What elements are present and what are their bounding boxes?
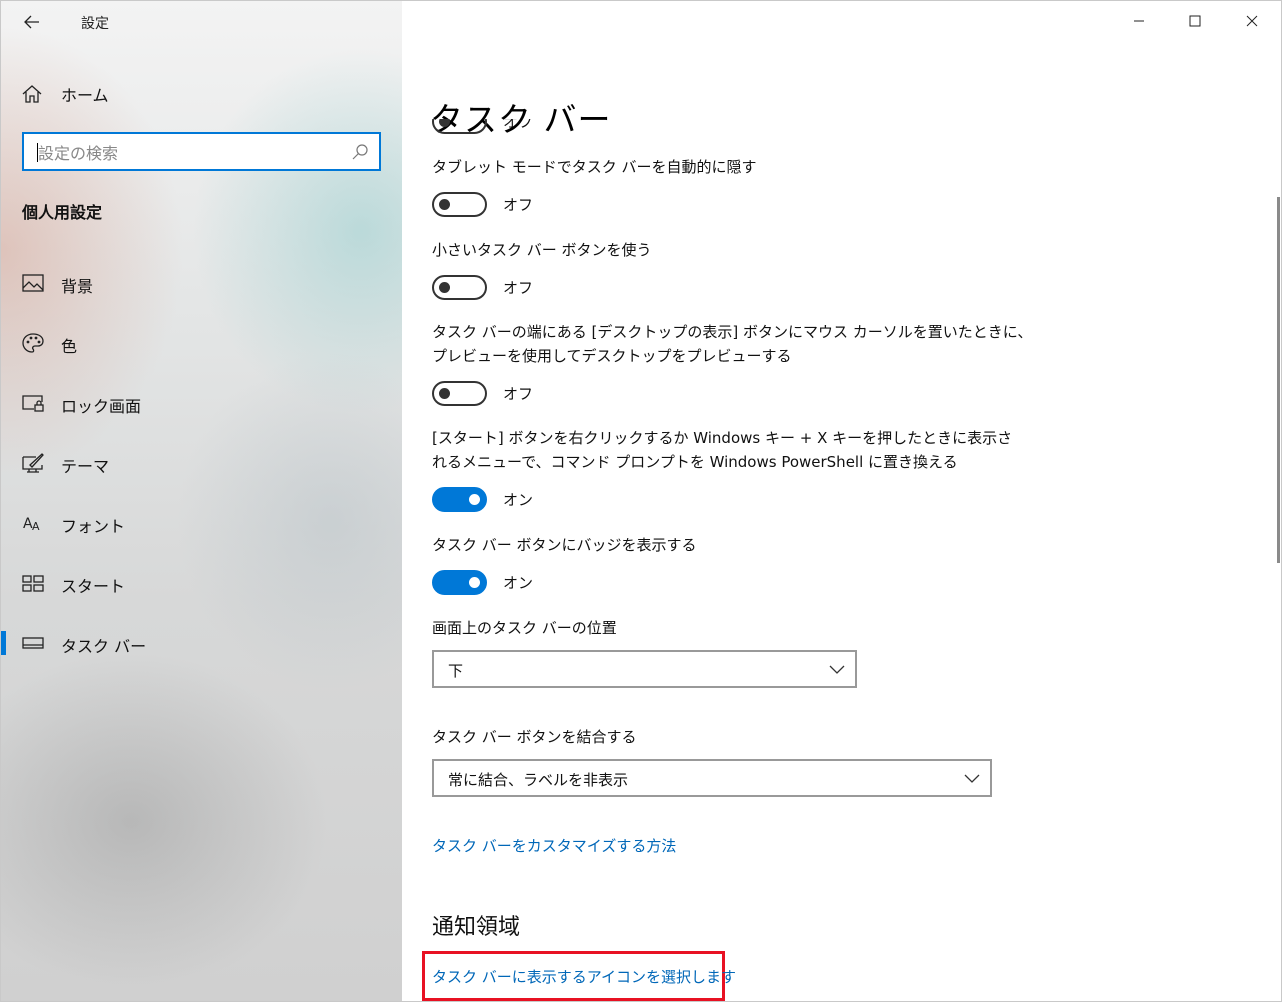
toggle-knob [439,387,450,399]
sidebar-item-start[interactable]: スタート [1,563,402,603]
sidebar-item-font[interactable]: AA フォント [1,503,402,543]
sidebar-item-label: フォント [61,517,126,536]
toggle-switch[interactable] [432,119,487,134]
theme-icon [22,453,44,473]
svg-text:A: A [32,520,40,533]
sidebar-item-label: 背景 [61,277,94,296]
minimize-icon [1134,20,1144,22]
minimize-button[interactable] [1116,1,1162,41]
back-arrow-icon [24,15,39,29]
toggle-state: オン [503,573,534,592]
active-indicator [1,631,6,655]
lock-screen-icon [22,393,44,413]
sidebar-item-label: タスク バー [61,637,147,656]
home-icon [22,85,42,103]
picture-icon [22,273,44,293]
toggle-state: オフ [503,195,534,214]
toggle-state: オフ [503,278,534,297]
content-pane: タスク バー オフ タブレット モードでタスク バーを自動的に隠す オフ 小さい… [402,1,1281,1001]
palette-icon [22,333,44,353]
toggle-state: オフ [503,119,534,131]
select-taskbar-icons-link[interactable]: タスク バーに表示するアイコンを選択します [432,966,736,987]
toggle-state: オン [503,490,534,509]
small-buttons-toggle-row[interactable]: オフ [432,274,533,300]
tablet-autohide-toggle-row[interactable]: オフ [432,191,533,217]
toggle-knob [439,281,450,293]
text-caret [37,143,38,162]
maximize-button[interactable] [1172,1,1218,41]
taskbar-icon [22,633,44,653]
settings-window: 設定 ホーム 個人用設定 背景 色 ロック画面 [0,0,1282,1002]
combine-label: タスク バー ボタンを結合する [432,728,637,746]
setting-label-peek-line1: タスク バーの端にある [デスクトップの表示] ボタンにマウス カーソルを置いた… [432,323,1033,341]
position-label: 画面上のタスク バーの位置 [432,619,617,637]
setting-label-powershell-line2: れるメニューで、コマンド プロンプトを Windows PowerShell に… [432,453,958,471]
sidebar-item-theme[interactable]: テーマ [1,443,402,483]
sidebar-item-background[interactable]: 背景 [1,263,402,303]
setting-label-badges: タスク バー ボタンにバッジを表示する [432,536,697,554]
combine-dropdown[interactable]: 常に結合、ラベルを非表示 [432,759,992,797]
section-title: 個人用設定 [22,203,103,222]
chevron-down-icon [829,665,845,674]
start-icon [22,573,44,593]
powershell-toggle-row[interactable]: オン [432,486,533,512]
sidebar: 設定 ホーム 個人用設定 背景 色 ロック画面 [1,1,402,1001]
scrollbar-thumb[interactable] [1277,197,1280,563]
notification-area-heading: 通知領域 [432,915,521,940]
setting-label-peek-line2: プレビューを使用してデスクトップをプレビューする [432,347,792,365]
chevron-down-icon [964,774,980,783]
sidebar-item-label: スタート [61,577,126,596]
toggle-switch[interactable] [432,274,487,300]
toggle-switch[interactable] [432,569,487,595]
setting-label-small-buttons: 小さいタスク バー ボタンを使う [432,241,652,259]
sidebar-item-label: 色 [61,337,78,356]
position-dropdown-value: 下 [448,662,464,680]
close-icon [1246,15,1258,27]
search-input[interactable] [36,140,340,166]
toggle-knob [469,576,480,588]
home-link[interactable]: ホーム [21,81,109,107]
sidebar-item-taskbar[interactable]: タスク バー [1,623,402,663]
home-label: ホーム [61,86,109,105]
toggle-knob [469,493,480,505]
sidebar-item-color[interactable]: 色 [1,323,402,363]
sidebar-item-lock-screen[interactable]: ロック画面 [1,383,402,423]
customize-taskbar-link[interactable]: タスク バーをカスタマイズする方法 [432,835,676,856]
search-box[interactable] [22,132,381,171]
combine-dropdown-value: 常に結合、ラベルを非表示 [448,771,629,789]
partial-toggle-row[interactable]: オフ [432,119,533,134]
badges-toggle-row[interactable]: オン [432,569,533,595]
position-dropdown[interactable]: 下 [432,650,857,688]
toggle-state: オフ [503,384,534,403]
close-button[interactable] [1229,1,1275,41]
setting-label-powershell-line1: [スタート] ボタンを右クリックするか Windows キー + X キーを押し… [432,429,1013,447]
peek-toggle-row[interactable]: オフ [432,380,533,406]
app-title: 設定 [81,16,109,32]
sidebar-item-label: ロック画面 [61,397,142,416]
toggle-switch[interactable] [432,486,487,512]
toggle-knob [439,119,450,127]
font-icon: AA [22,513,44,533]
back-button[interactable] [19,10,45,34]
toggle-knob [439,198,450,210]
setting-label-tablet-autohide: タブレット モードでタスク バーを自動的に隠す [432,158,757,176]
toggle-switch[interactable] [432,380,487,406]
search-icon[interactable] [351,143,369,161]
settings-scroll-area[interactable]: オフ タブレット モードでタスク バーを自動的に隠す オフ 小さいタスク バー … [402,119,1281,1001]
maximize-icon [1189,15,1201,27]
toggle-switch[interactable] [432,191,487,217]
sidebar-item-label: テーマ [61,457,110,476]
